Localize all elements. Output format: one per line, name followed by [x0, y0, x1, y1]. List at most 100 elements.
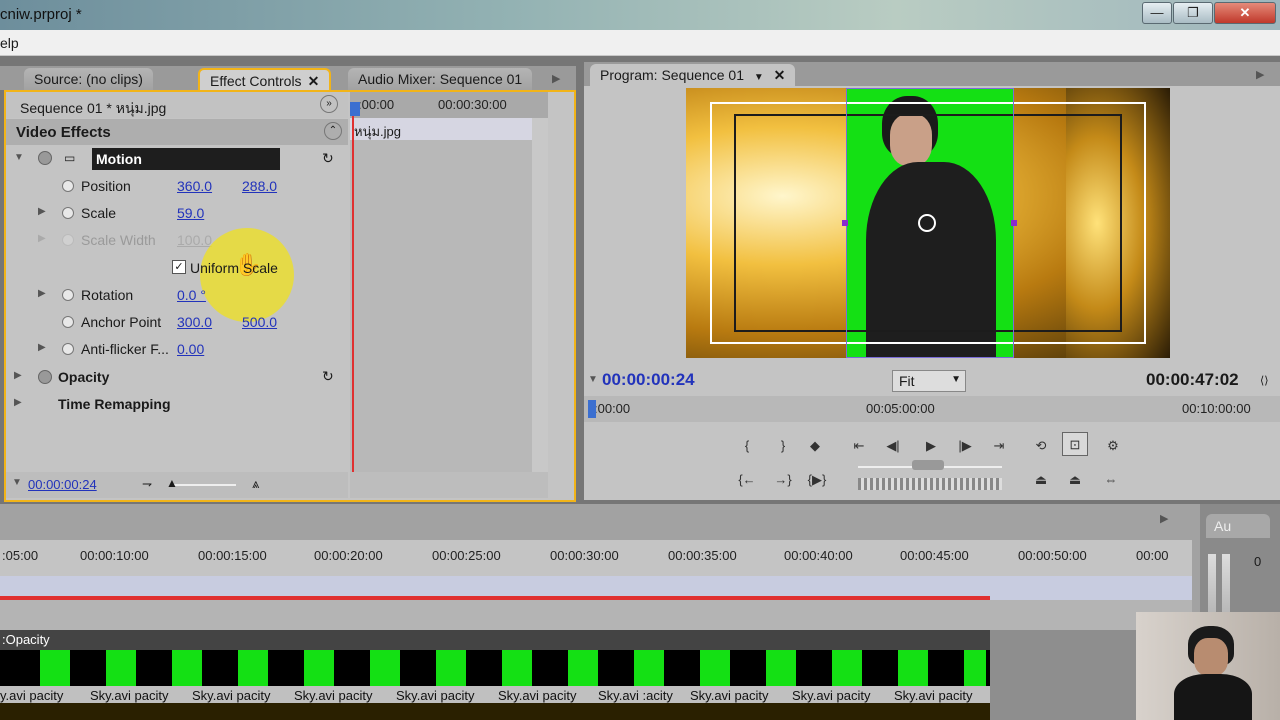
- tab-source[interactable]: Source: (no clips): [24, 68, 153, 90]
- expand-triangle-icon[interactable]: ▶: [14, 370, 22, 381]
- clip-label[interactable]: Sky.avi pacity: [90, 688, 169, 703]
- dropdown-icon[interactable]: ▼: [754, 72, 764, 83]
- shuttle-handle[interactable]: [912, 460, 944, 470]
- fit-dropdown[interactable]: Fit ▼: [892, 370, 966, 392]
- expand-icon[interactable]: ⟨⟩: [1260, 374, 1269, 387]
- clip-label[interactable]: Sky.avi pacity: [192, 688, 271, 703]
- extract-icon[interactable]: ⏏: [1062, 468, 1088, 492]
- zoom-slider-handle[interactable]: ▲: [166, 476, 178, 490]
- minimize-button[interactable]: —: [1142, 2, 1172, 24]
- scale-value[interactable]: 59.0: [177, 205, 204, 221]
- fx-toggle-icon[interactable]: [38, 151, 52, 165]
- stopwatch-icon[interactable]: [62, 289, 74, 301]
- tab-effect-controls[interactable]: Effect Controls ✕: [198, 68, 332, 90]
- position-y-value[interactable]: 288.0: [242, 178, 277, 194]
- panel-menu-icon[interactable]: ▶: [552, 72, 560, 85]
- play-icon[interactable]: ▶: [918, 434, 944, 458]
- ec-scrollbar[interactable]: [532, 118, 548, 472]
- output-icon[interactable]: ⚙: [1100, 434, 1126, 458]
- time-remapping-row[interactable]: ▶ Time Remapping: [6, 391, 348, 417]
- clip-label[interactable]: y.avi pacity: [0, 688, 63, 703]
- collapse-icon[interactable]: ⌃: [324, 122, 342, 140]
- ec-h-scrollbar[interactable]: [350, 472, 548, 498]
- show-timeline-icon[interactable]: »: [320, 95, 338, 113]
- safe-margins-icon[interactable]: ⊡: [1062, 432, 1088, 456]
- clip-label[interactable]: Sky.avi pacity: [792, 688, 871, 703]
- transform-icon[interactable]: ▭: [64, 151, 75, 165]
- timeline-ruler[interactable]: :05:00 00:00:10:00 00:00:15:00 00:00:20:…: [0, 540, 1192, 576]
- menu-help[interactable]: elp: [0, 35, 19, 51]
- menu-triangle-icon[interactable]: ▼: [12, 477, 22, 488]
- ec-playhead[interactable]: [352, 102, 354, 472]
- rotation-value[interactable]: 0.0 °: [177, 287, 206, 303]
- maximize-button[interactable]: ❐: [1173, 2, 1213, 24]
- anchor-x-value[interactable]: 300.0: [177, 314, 212, 330]
- reset-icon[interactable]: ↻: [322, 150, 334, 167]
- anchor-y-value[interactable]: 500.0: [242, 314, 277, 330]
- go-to-previous-edit-icon[interactable]: {←: [734, 468, 760, 492]
- motion-row[interactable]: ▼ ▭ Motion ↻: [6, 146, 348, 172]
- expand-triangle-icon[interactable]: ▼: [14, 152, 24, 163]
- anchor-point-crosshair[interactable]: [918, 214, 936, 232]
- motion-label[interactable]: Motion: [92, 148, 280, 170]
- mark-out-icon[interactable]: }: [770, 434, 796, 458]
- tab-audio-mixer[interactable]: Audio Mixer: Sequence 01: [348, 68, 533, 90]
- set-marker-icon[interactable]: ◆: [802, 434, 828, 458]
- uniform-scale-checkbox[interactable]: ✓: [172, 260, 186, 274]
- rotation-row: ▶ Rotation 0.0 °: [6, 282, 346, 308]
- expand-triangle-icon[interactable]: ▶: [38, 342, 46, 353]
- anti-flicker-value[interactable]: 0.00: [177, 341, 204, 357]
- clip-label[interactable]: Sky.avi pacity: [690, 688, 769, 703]
- expand-triangle-icon[interactable]: ▶: [14, 397, 22, 408]
- expand-triangle-icon[interactable]: ▶: [38, 206, 46, 217]
- stopwatch-icon[interactable]: [62, 316, 74, 328]
- close-tab-icon[interactable]: ✕: [308, 73, 320, 89]
- clip-label[interactable]: Sky.avi pacity: [396, 688, 475, 703]
- footer-timecode[interactable]: 00:00:00:24: [28, 477, 97, 492]
- clip-label[interactable]: Sky.avi :acity: [598, 688, 673, 703]
- ec-clip-bar[interactable]: หนุ่ม.jpg: [350, 118, 546, 140]
- ec-playhead-handle[interactable]: [350, 102, 360, 116]
- zoom-in-icon[interactable]: ⩓: [252, 476, 259, 492]
- stopwatch-icon[interactable]: [62, 207, 74, 219]
- mark-in-icon[interactable]: {: [734, 434, 760, 458]
- reset-icon[interactable]: ↻: [322, 368, 334, 385]
- resize-handle[interactable]: [842, 220, 848, 226]
- tab-audio-meters[interactable]: Au: [1206, 514, 1270, 538]
- stopwatch-icon[interactable]: [62, 180, 74, 192]
- stopwatch-icon[interactable]: [62, 343, 74, 355]
- monitor-ruler[interactable]: :00:00 00:05:00:00 00:10:00:00: [584, 396, 1280, 422]
- clip-label[interactable]: Sky.avi pacity: [294, 688, 373, 703]
- step-forward-icon[interactable]: |▶: [952, 434, 978, 458]
- clip-label[interactable]: Sky.avi pacity: [498, 688, 577, 703]
- clip-label[interactable]: Sky.avi pacity: [894, 688, 973, 703]
- zoom-slider[interactable]: [170, 484, 236, 486]
- step-back-icon[interactable]: ◀|: [880, 434, 906, 458]
- jog-wheel[interactable]: [858, 478, 1002, 490]
- trim-icon[interactable]: ⇔: [1098, 468, 1124, 492]
- panel-menu-icon[interactable]: ▶: [1160, 512, 1168, 525]
- video-frame[interactable]: [686, 88, 1170, 358]
- opacity-row[interactable]: ▶ Opacity ↻: [6, 364, 348, 390]
- close-tab-icon[interactable]: ✕: [774, 67, 786, 83]
- monitor-playhead[interactable]: [588, 400, 596, 418]
- go-to-out-icon[interactable]: ⇥: [986, 434, 1012, 458]
- play-in-to-out-icon[interactable]: {▶}: [804, 468, 830, 492]
- expand-triangle-icon[interactable]: ▶: [38, 288, 46, 299]
- position-x-value[interactable]: 360.0: [177, 178, 212, 194]
- go-to-next-edit-icon[interactable]: →}: [770, 468, 796, 492]
- resize-handle[interactable]: [1011, 220, 1017, 226]
- go-to-in-icon[interactable]: ⇤: [846, 434, 872, 458]
- sky-clips[interactable]: y.avi pacity Sky.avi pacity Sky.avi paci…: [0, 686, 990, 720]
- loop-icon[interactable]: ⟲: [1028, 434, 1054, 458]
- current-timecode[interactable]: 00:00:00:24: [602, 370, 695, 390]
- zoom-out-icon[interactable]: ⇁: [142, 477, 152, 491]
- track-opacity-label[interactable]: :Opacity: [2, 632, 50, 647]
- tab-program[interactable]: Program: Sequence 01 ▼ ✕: [590, 64, 796, 86]
- menu-triangle-icon[interactable]: ▼: [588, 374, 598, 385]
- fx-toggle-icon[interactable]: [38, 370, 52, 384]
- video-track[interactable]: :Opacity y.avi pacity Sky.avi pacity Sky…: [0, 630, 990, 720]
- close-button[interactable]: ✕: [1214, 2, 1276, 24]
- panel-menu-icon[interactable]: ▶: [1256, 68, 1264, 81]
- lift-icon[interactable]: ⏏: [1028, 468, 1054, 492]
